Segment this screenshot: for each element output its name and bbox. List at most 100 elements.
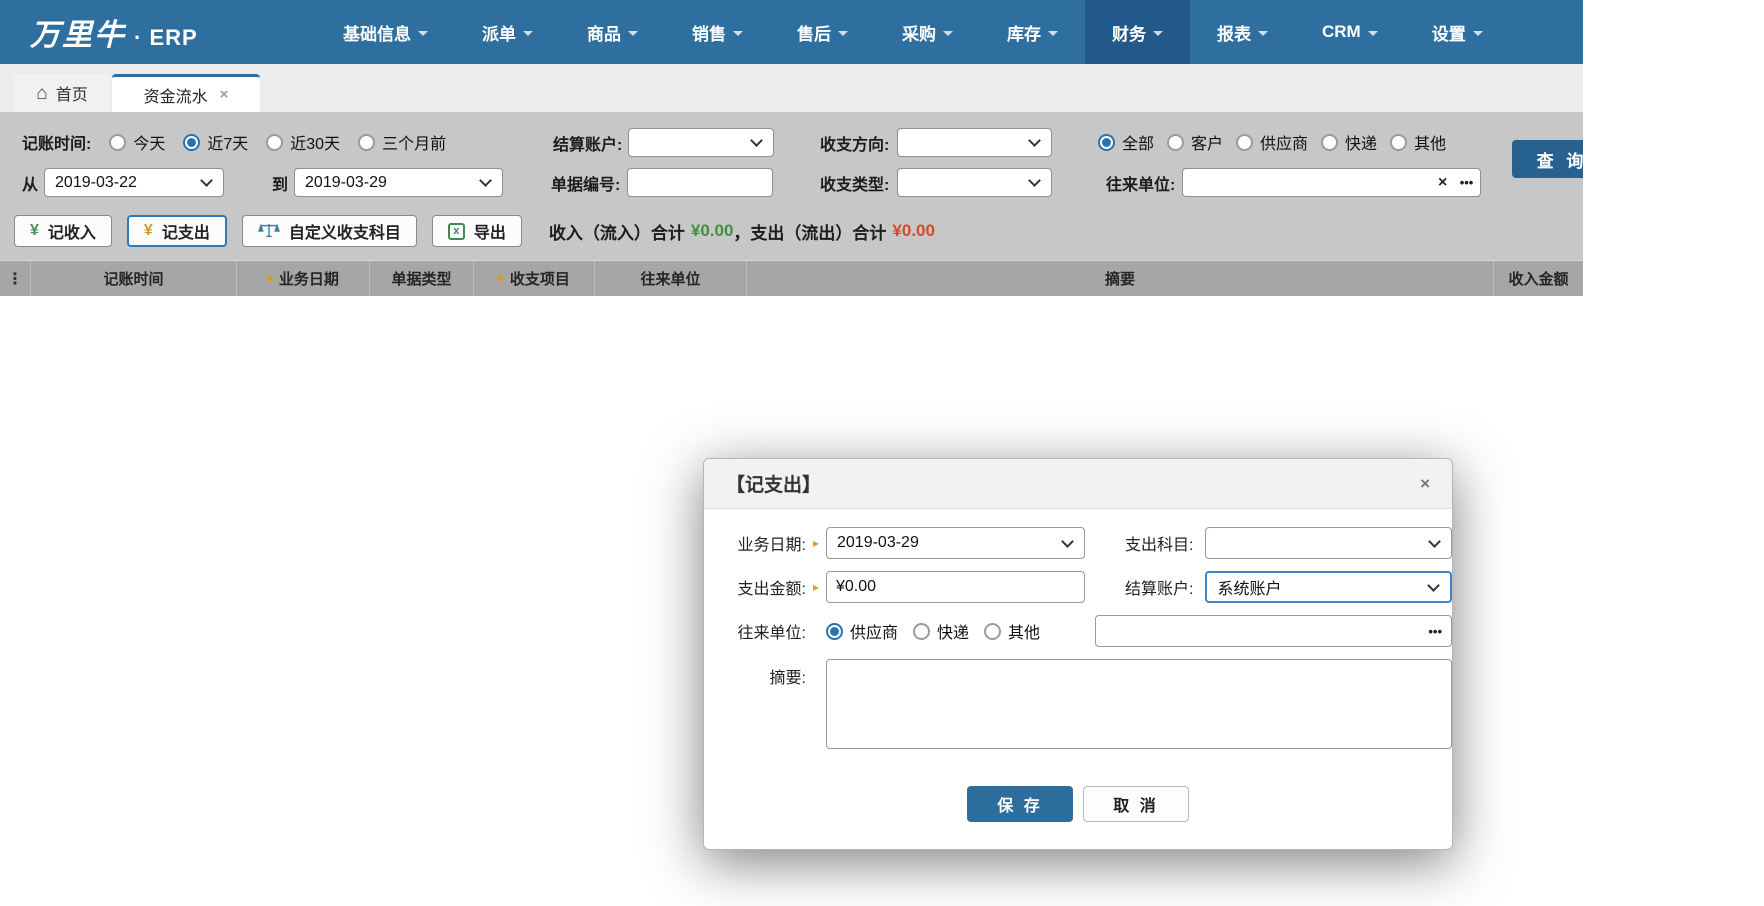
nav-item-inventory[interactable]: 库存 bbox=[980, 0, 1085, 64]
tab-home[interactable]: ⌂ 首页 bbox=[14, 74, 110, 112]
sort-icon: ▶ bbox=[267, 273, 275, 284]
radio-label: 其他 bbox=[1008, 625, 1041, 642]
radio-icon bbox=[109, 133, 127, 151]
nav-item-dispatch[interactable]: 派单 bbox=[455, 0, 560, 64]
radio-supplier[interactable]: 供应商 bbox=[826, 619, 898, 643]
col-summary[interactable]: 摘要 bbox=[747, 261, 1494, 296]
radio-express[interactable]: 快递 bbox=[913, 619, 969, 643]
search-button[interactable]: 查 询 bbox=[1512, 140, 1583, 178]
direction-select[interactable] bbox=[897, 128, 1053, 157]
business-date-select[interactable]: 2019-03-29 bbox=[826, 527, 1086, 559]
save-button[interactable]: 保 存 bbox=[967, 786, 1073, 822]
radio-label: 客户 bbox=[1191, 136, 1224, 153]
chevron-down-icon bbox=[1427, 578, 1440, 592]
export-label: 导出 bbox=[473, 225, 506, 242]
date-to-select[interactable]: 2019-03-29 bbox=[294, 168, 504, 197]
counterparty-label: 往来单位: bbox=[737, 625, 806, 642]
nav-item-label: 库存 bbox=[1007, 24, 1041, 44]
counterparty-input[interactable] bbox=[1095, 615, 1452, 647]
type-group: 收支类型: bbox=[820, 168, 1053, 197]
tab-bar: ⌂ 首页 资金流水 × bbox=[0, 64, 1583, 112]
nav-item-label: 派单 bbox=[482, 24, 516, 44]
counterparty-input[interactable] bbox=[1182, 168, 1482, 197]
radio-other[interactable]: 其他 bbox=[1390, 130, 1446, 154]
radio-last30days[interactable]: 近30天 bbox=[266, 130, 340, 154]
logo-text: 万里牛 bbox=[30, 19, 126, 52]
date-from-group: 从 2019-03-22 bbox=[22, 168, 225, 197]
col-doc-type[interactable]: 单据类型 bbox=[370, 261, 474, 296]
type-select[interactable] bbox=[897, 168, 1053, 197]
radio-last7days[interactable]: 近7天 bbox=[183, 130, 248, 154]
row-menu-column[interactable]: ⋮ bbox=[0, 261, 31, 296]
expense-total-value: ¥0.00 bbox=[892, 221, 935, 240]
totals-summary: 收入（流入）合计 ¥0.00 ， 支出（流出）合计 ¥0.00 bbox=[549, 219, 935, 244]
record-expense-button[interactable]: ¥ 记支出 bbox=[126, 215, 227, 247]
clear-icon[interactable]: × bbox=[1438, 174, 1447, 192]
type-label: 收支类型: bbox=[820, 176, 890, 194]
radio-label: 近30天 bbox=[290, 136, 341, 153]
col-business-date[interactable]: ▶ 业务日期 bbox=[237, 261, 370, 296]
chevron-down-icon bbox=[479, 174, 492, 187]
col-income-expense-item[interactable]: ▶ 收支项目 bbox=[474, 261, 595, 296]
radio-icon bbox=[1321, 133, 1339, 151]
column-label: 业务日期 bbox=[278, 271, 339, 288]
nav-item-purchase[interactable]: 采购 bbox=[875, 0, 980, 64]
nav-item-sales[interactable]: 销售 bbox=[665, 0, 770, 64]
doc-no-group: 单据编号: bbox=[551, 168, 774, 197]
radio-icon bbox=[266, 133, 284, 151]
radio-icon bbox=[1098, 133, 1115, 151]
chevron-down-icon bbox=[1028, 174, 1042, 187]
settle-account-select[interactable]: 系统账户 bbox=[1205, 571, 1452, 603]
dialog-row-date-category: 业务日期: ▸ 2019-03-29 支出科目: bbox=[704, 527, 1452, 559]
nav-item-finance[interactable]: 财务 bbox=[1085, 0, 1190, 64]
expense-amount-input[interactable] bbox=[826, 571, 1086, 603]
dialog-body: 业务日期: ▸ 2019-03-29 支出科目: 支出金额: ▸ 结算账户: bbox=[704, 509, 1452, 850]
radio-three-months-ago[interactable]: 三个月前 bbox=[358, 130, 446, 154]
close-icon[interactable]: × bbox=[1420, 474, 1430, 494]
expense-category-select[interactable] bbox=[1205, 527, 1452, 559]
dialog-title: 【记支出】 bbox=[726, 475, 822, 496]
filter-panel: 记账时间: 今天 近7天 近30天 三个月前 结算账户: 收支方向: 全部 客户… bbox=[0, 112, 1583, 260]
radio-today[interactable]: 今天 bbox=[109, 130, 165, 154]
record-income-button[interactable]: ¥ 记收入 bbox=[14, 215, 112, 247]
caret-down-icon bbox=[943, 31, 953, 36]
radio-icon bbox=[358, 133, 376, 151]
col-counterparty[interactable]: 往来单位 bbox=[595, 261, 747, 296]
col-income-amount[interactable]: 收入金额 bbox=[1494, 261, 1583, 296]
cancel-button[interactable]: 取 消 bbox=[1083, 786, 1189, 822]
settle-account-select[interactable] bbox=[628, 128, 775, 157]
chevron-down-icon bbox=[1028, 134, 1042, 147]
radio-all[interactable]: 全部 bbox=[1098, 130, 1154, 154]
ellipsis-icon[interactable]: ••• bbox=[1460, 175, 1474, 190]
table-header: ⋮ 记账时间 ▶ 业务日期 单据类型 ▶ 收支项目 往来单位 摘要 收入金额 bbox=[0, 260, 1583, 296]
nav-item-base-info[interactable]: 基础信息 bbox=[316, 0, 455, 64]
caret-down-icon bbox=[1367, 31, 1378, 36]
summary-label: 摘要: bbox=[769, 670, 806, 687]
caret-down-icon bbox=[1048, 31, 1058, 36]
ellipsis-icon[interactable]: ••• bbox=[1428, 624, 1442, 639]
nav-item-label: 采购 bbox=[902, 24, 936, 44]
nav-item-products[interactable]: 商品 bbox=[560, 0, 665, 64]
nav-item-settings[interactable]: 设置 bbox=[1405, 0, 1510, 64]
radio-express[interactable]: 快递 bbox=[1321, 130, 1377, 154]
radio-supplier[interactable]: 供应商 bbox=[1236, 130, 1308, 154]
export-button[interactable]: x 导出 bbox=[431, 215, 522, 247]
date-from-select[interactable]: 2019-03-22 bbox=[44, 168, 225, 197]
nav-item-crm[interactable]: CRM bbox=[1295, 0, 1405, 64]
summary-textarea[interactable] bbox=[826, 659, 1452, 749]
doc-no-input[interactable] bbox=[627, 168, 774, 197]
radio-icon bbox=[183, 133, 201, 151]
radio-other[interactable]: 其他 bbox=[984, 619, 1040, 643]
caret-down-icon bbox=[733, 31, 743, 36]
nav-item-reports[interactable]: 报表 bbox=[1190, 0, 1295, 64]
tab-close-icon[interactable]: × bbox=[220, 87, 229, 102]
column-label: 收入金额 bbox=[1508, 271, 1569, 288]
column-label: 单据类型 bbox=[391, 271, 452, 288]
custom-categories-button[interactable]: 自定义收支科目 bbox=[241, 215, 417, 247]
radio-label: 今天 bbox=[133, 136, 166, 153]
radio-label: 快递 bbox=[937, 625, 970, 642]
nav-item-aftersales[interactable]: 售后 bbox=[770, 0, 875, 64]
tab-capital-flow[interactable]: 资金流水 × bbox=[112, 74, 260, 112]
radio-customer[interactable]: 客户 bbox=[1167, 130, 1223, 154]
col-record-time[interactable]: 记账时间 bbox=[31, 261, 237, 296]
